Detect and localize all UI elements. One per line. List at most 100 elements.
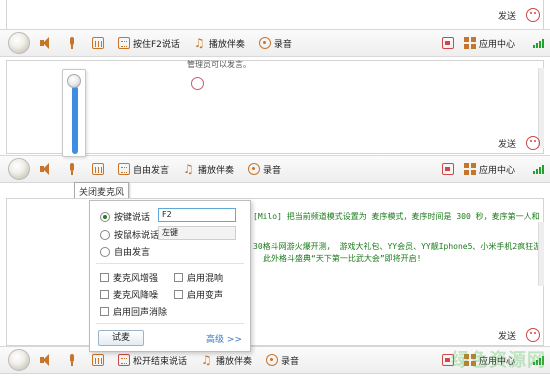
app-center-label: 应用中心 [478, 39, 515, 50]
divider [96, 323, 244, 324]
accompaniment-button[interactable]: ♫ 播放伴奏 [183, 163, 234, 176]
message-input-area[interactable] [6, 0, 544, 30]
mic-volume-track[interactable] [72, 86, 78, 154]
radio-button[interactable] [100, 246, 110, 257]
notice-text: 管理员可以发言。 [187, 60, 251, 69]
radio-button[interactable] [100, 229, 110, 240]
chat-panel-1: 发送 按住F2说话 ♫ 播放伴奏 录音 应用中心 [0, 0, 550, 58]
radio-label: 按鼠标说话 [114, 231, 160, 241]
checkbox-mic-boost[interactable]: 麦克风增强 [100, 271, 158, 284]
voice-mode-button[interactable]: 松开结束说话 [118, 354, 187, 367]
music-note-icon: ♫ [201, 353, 212, 367]
checkbox-voice-changer[interactable]: 启用变声 [174, 288, 223, 301]
mic-button[interactable] [66, 37, 78, 49]
record-label: 录音 [273, 39, 292, 50]
record-button[interactable]: 录音 [258, 37, 292, 50]
checkbox-noise-reduction[interactable]: 麦克风降噪 [100, 288, 158, 301]
radio-button[interactable] [100, 211, 110, 222]
equalizer-icon [92, 163, 104, 175]
speaker-button[interactable] [40, 354, 52, 366]
keyboard-icon [118, 354, 130, 366]
checkbox[interactable] [100, 273, 109, 282]
speaker-icon [40, 354, 52, 366]
record-icon [248, 163, 261, 175]
mic-button[interactable] [66, 163, 78, 175]
voice-mode-label: 松开结束说话 [133, 356, 188, 367]
system-message: [Milo] 把当前频道模式设置为 麦序模式，麦序时间是 300 秒，麦序第一人… [253, 212, 540, 221]
emoji-icon [191, 77, 204, 90]
checkbox[interactable] [100, 307, 109, 316]
app-center-button[interactable]: 应用中心 [463, 163, 515, 176]
microphone-icon [66, 163, 78, 175]
checkbox[interactable] [174, 273, 183, 282]
speaker-button[interactable] [40, 163, 52, 175]
speaker-icon [40, 37, 52, 49]
emoji-icon[interactable] [526, 136, 540, 150]
radio-free-talk[interactable]: 自由发言 [100, 245, 150, 258]
accompaniment-button[interactable]: ♫ 播放伴奏 [194, 37, 245, 50]
sound-settings-button[interactable] [92, 163, 104, 175]
emoji-icon[interactable] [526, 8, 540, 22]
checkbox-label: 麦克风增强 [113, 274, 159, 284]
chat-history-area: [Milo] 把当前频道模式设置为 麦序模式，麦序时间是 300 秒，麦序第一人… [6, 198, 544, 346]
sound-settings-button[interactable] [92, 354, 104, 366]
send-button[interactable]: 发送 [498, 9, 516, 22]
calendar-icon[interactable] [441, 37, 454, 49]
watermark: 绿色资源网 [451, 350, 546, 371]
record-button[interactable]: 录音 [266, 354, 299, 367]
radio-push-to-talk-key[interactable]: 按键说话 [100, 210, 150, 223]
equalizer-icon [92, 37, 104, 49]
accompaniment-label: 播放伴奏 [216, 356, 253, 367]
keyboard-icon [118, 163, 130, 175]
checkbox-echo-cancellation[interactable]: 启用回声消除 [100, 305, 167, 318]
voice-settings-popup: 按键说话 F2 按鼠标说话 左键 自由发言 麦克风增强 启用混响 麦克风降噪 启… [89, 200, 251, 352]
emoji-icon[interactable] [526, 328, 540, 342]
accompaniment-button[interactable]: ♫ 播放伴奏 [201, 354, 252, 367]
accompaniment-label: 播放伴奏 [208, 39, 245, 50]
voice-mode-button[interactable]: 按住F2说话 [118, 37, 180, 50]
music-note-icon: ♫ [193, 36, 205, 50]
checkbox-label: 麦克风降噪 [113, 291, 159, 301]
send-button[interactable]: 发送 [498, 329, 516, 342]
avatar[interactable] [8, 349, 30, 371]
checkbox[interactable] [174, 290, 183, 299]
mouse-button-field[interactable]: 左键 [158, 226, 236, 240]
record-icon [258, 37, 271, 49]
send-button[interactable]: 发送 [498, 137, 516, 150]
checkbox-reverb[interactable]: 启用混响 [174, 271, 223, 284]
voice-toolbar: 按住F2说话 ♫ 播放伴奏 录音 应用中心 [0, 29, 550, 57]
app-center-icon [463, 163, 476, 175]
avatar[interactable] [8, 32, 30, 54]
mic-button[interactable] [66, 354, 78, 366]
sound-settings-button[interactable] [92, 37, 104, 49]
radio-label: 按键说话 [114, 213, 151, 223]
music-note-icon: ♫ [183, 162, 194, 176]
calendar-icon[interactable] [441, 163, 454, 175]
promo-message: 30格斗网游火爆开测， 游戏大礼包、YY会员、YY靓Iphone5、小米手机2疯… [253, 242, 542, 251]
divider [96, 263, 244, 264]
voice-toolbar: 自由发言 ♫ 播放伴奏 录音 应用中心 [0, 155, 550, 183]
voice-mode-button[interactable]: 自由发言 [118, 163, 169, 176]
app-center-button[interactable]: 应用中心 [463, 37, 515, 50]
checkbox[interactable] [100, 290, 109, 299]
voice-mode-label: 自由发言 [133, 165, 170, 176]
radio-push-to-talk-mouse[interactable]: 按鼠标说话 [100, 228, 159, 241]
promo-message: 此外格斗盛典“天下第一比武大会”即将开启! [263, 254, 422, 263]
record-button[interactable]: 录音 [248, 163, 281, 176]
mic-volume-knob[interactable] [67, 74, 81, 88]
scrollbar[interactable] [538, 222, 544, 286]
signal-strength-icon [533, 38, 544, 48]
avatar[interactable] [8, 158, 30, 180]
record-label: 录音 [263, 165, 282, 176]
checkbox-label: 启用变声 [187, 291, 224, 301]
test-mic-button[interactable]: 试麦 [98, 330, 144, 346]
hotkey-field[interactable]: F2 [158, 208, 236, 222]
speaker-button[interactable] [40, 37, 52, 49]
keyboard-icon [118, 37, 130, 49]
app-center-icon [463, 37, 476, 49]
advanced-settings-link[interactable]: 高级 >> [206, 332, 242, 345]
checkbox-label: 启用混响 [187, 274, 224, 284]
record-icon [266, 354, 279, 366]
radio-label: 自由发言 [114, 248, 151, 258]
mic-volume-popup [62, 69, 86, 157]
